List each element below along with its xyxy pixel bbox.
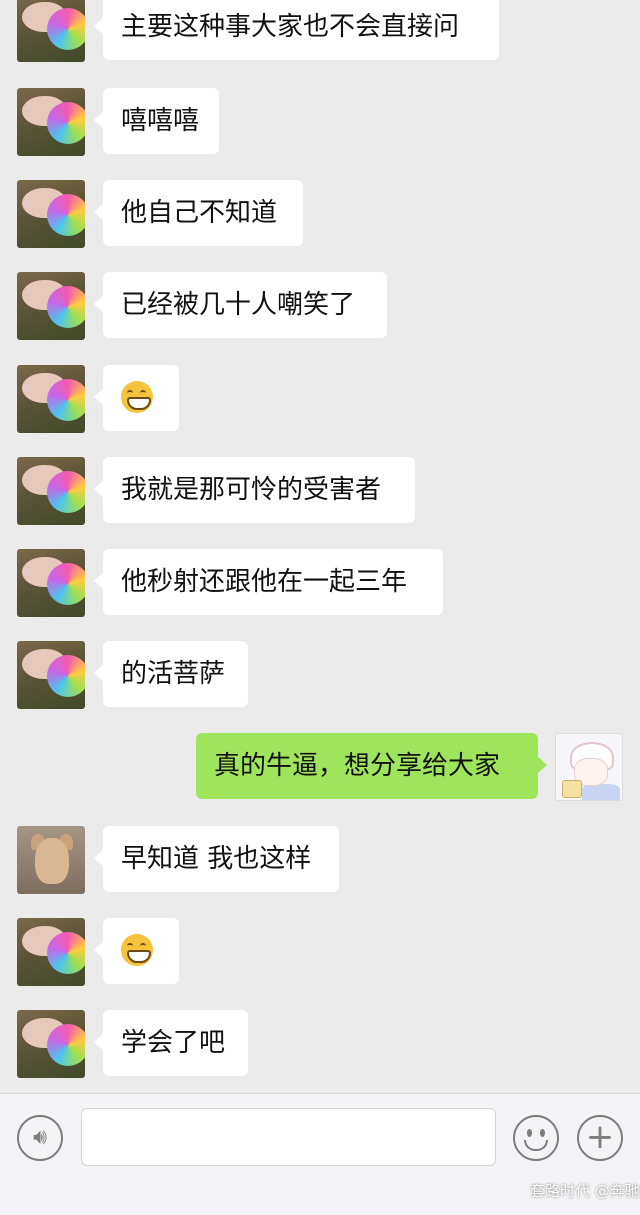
message-row: 他秒射还跟他在一起三年 [0, 549, 640, 619]
message-bubble[interactable]: 他秒射还跟他在一起三年 [94, 549, 443, 615]
watermark-text: 套路时代 [530, 1182, 591, 1200]
message-row: 真的牛逼，想分享给大家 [0, 733, 640, 803]
message-bubble[interactable]: 已经被几十人嘲笑了 [94, 272, 387, 338]
pig-avatar[interactable] [17, 272, 85, 340]
pig-avatar[interactable] [17, 1010, 85, 1078]
message-bubble[interactable]: 我就是那可怜的受害者 [94, 457, 415, 523]
self-avatar[interactable] [555, 733, 623, 801]
message-row: 嘻嘻嘻 [0, 88, 640, 158]
watermark-sub: @奔驰 [594, 1182, 640, 1200]
pig-avatar[interactable] [17, 88, 85, 156]
pig-avatar[interactable] [17, 457, 85, 525]
emoji-icon[interactable] [513, 1115, 559, 1161]
message-row: 的活菩萨 [0, 641, 640, 711]
pig-avatar[interactable] [17, 641, 85, 709]
message-bubble[interactable]: 主要这种事大家也不会直接问 [94, 0, 499, 60]
message-bubble[interactable] [94, 918, 179, 984]
pig-avatar[interactable] [17, 549, 85, 617]
message-row: 我就是那可怜的受害者 [0, 457, 640, 527]
pig-avatar[interactable] [17, 918, 85, 986]
message-row: 他自己不知道 [0, 180, 640, 250]
message-bubble[interactable]: 他自己不知道 [94, 180, 303, 246]
watermark: 套路时代 @奔驰 [530, 1180, 640, 1201]
message-bubble[interactable]: 早知道 我也这样 [94, 826, 339, 892]
pig-avatar[interactable] [17, 365, 85, 433]
message-bubble[interactable]: 嘻嘻嘻 [94, 88, 219, 154]
message-row: 早知道 我也这样 [0, 826, 640, 896]
message-bubble-self[interactable]: 真的牛逼，想分享给大家 [196, 733, 547, 799]
pig-avatar[interactable] [17, 0, 85, 62]
message-bubble[interactable]: 的活菩萨 [94, 641, 248, 707]
voice-icon[interactable]: 🔊︎ [17, 1115, 63, 1161]
message-bubble[interactable]: 学会了吧 [94, 1010, 248, 1076]
chat-area[interactable]: 主要这种事大家也不会直接问 嘻嘻嘻 他自己不知道 已经被几十人嘲笑了 我就是那可… [0, 0, 640, 1093]
message-bubble[interactable] [94, 365, 179, 431]
message-input[interactable] [81, 1108, 496, 1166]
message-row: 已经被几十人嘲笑了 [0, 272, 640, 342]
message-row [0, 365, 640, 435]
grin-icon [121, 380, 153, 413]
grin-icon [121, 933, 153, 966]
plus-icon[interactable]: + [577, 1115, 623, 1161]
pig-avatar[interactable] [17, 180, 85, 248]
message-row: 学会了吧 [0, 1010, 640, 1080]
message-row: 主要这种事大家也不会直接问 [0, 0, 640, 64]
dog-avatar[interactable] [17, 826, 85, 894]
message-row [0, 918, 640, 988]
